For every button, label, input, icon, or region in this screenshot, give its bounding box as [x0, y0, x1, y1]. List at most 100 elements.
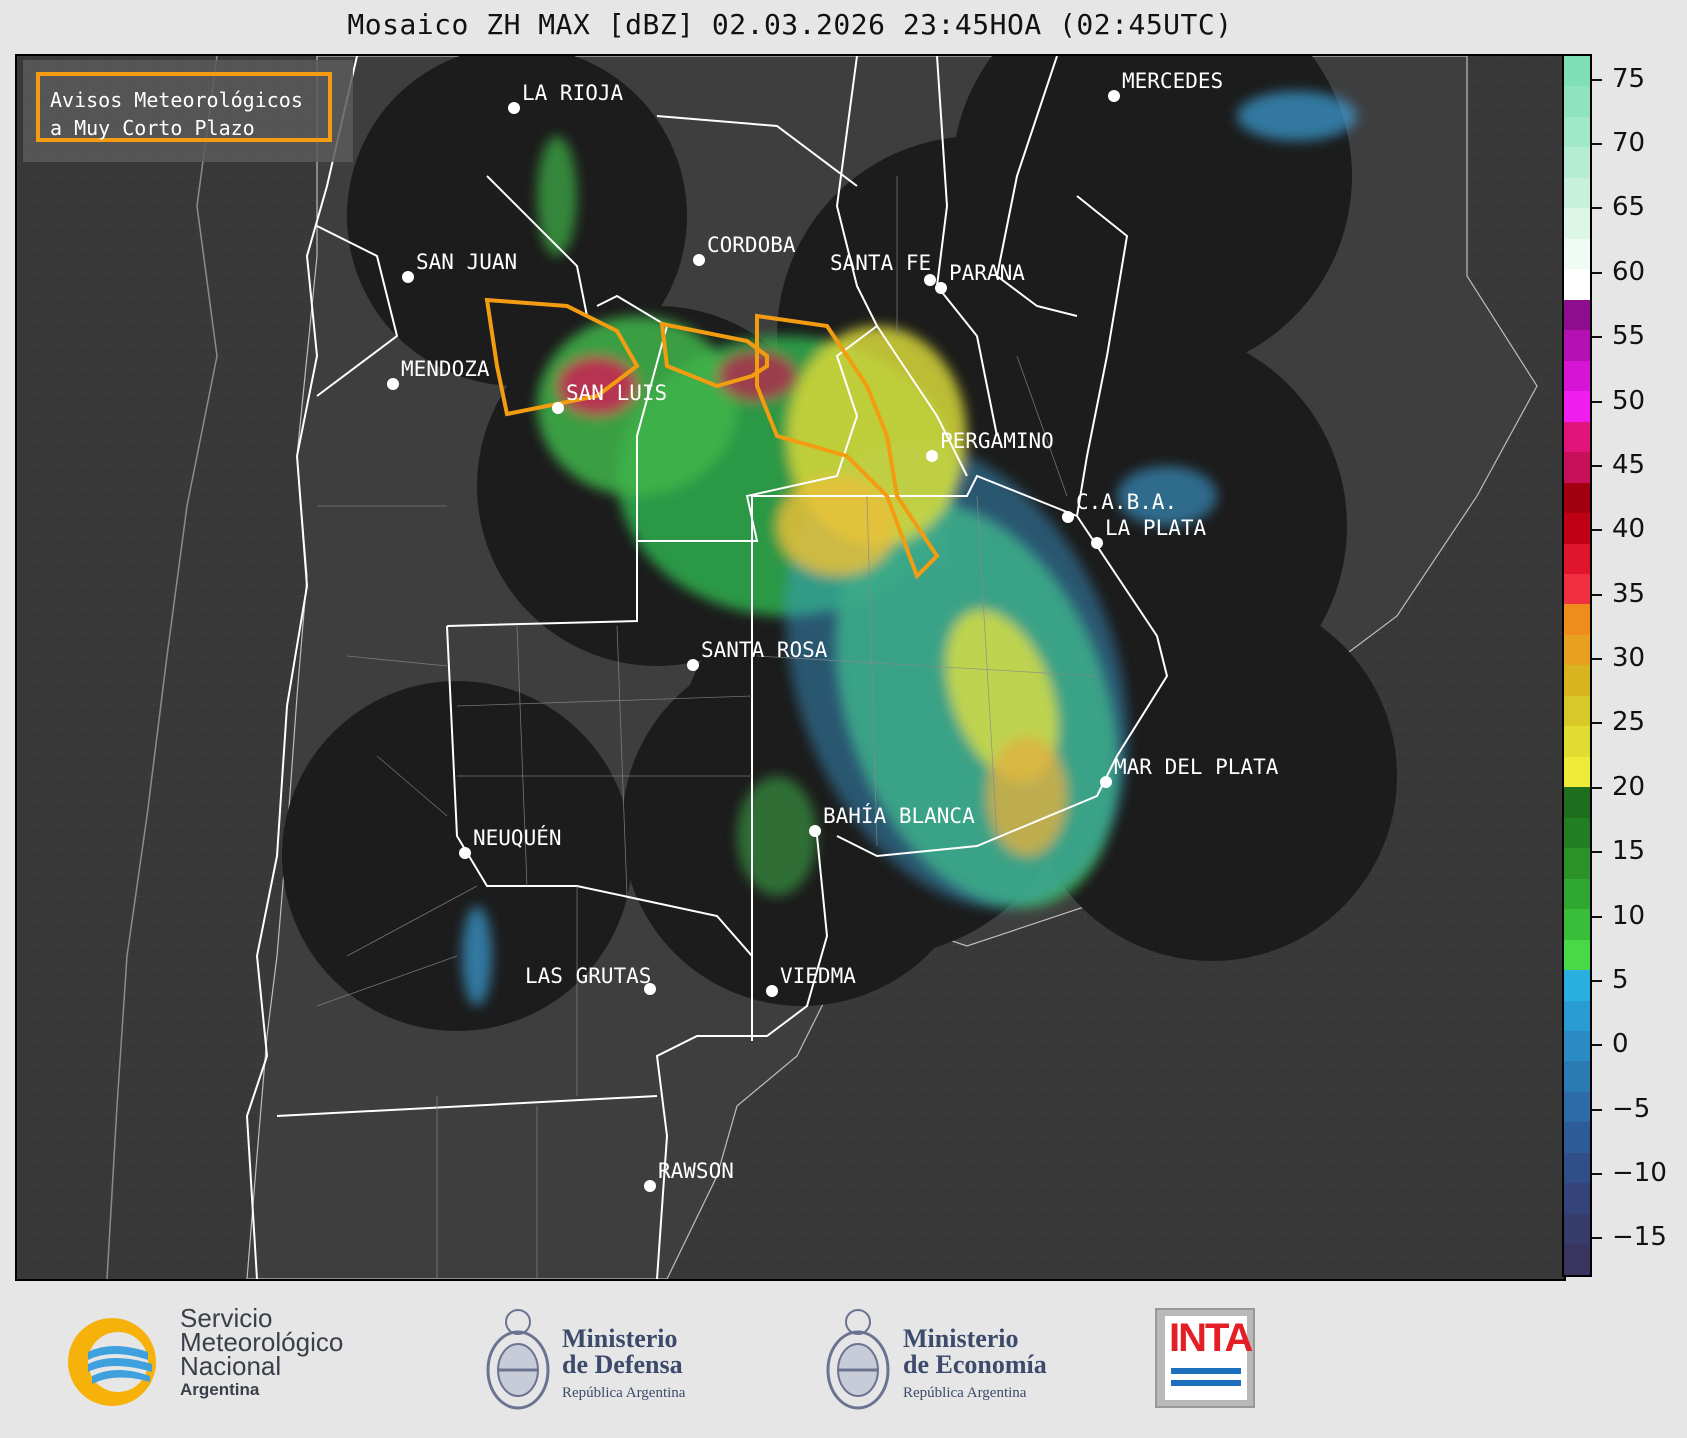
city-marker-icon	[644, 1180, 656, 1192]
colorbar-tick-label: 15	[1612, 836, 1646, 867]
city-label: PARANA	[949, 261, 1025, 285]
inta-logo-word: INTA	[1169, 1316, 1253, 1360]
colorbar-tick	[1592, 851, 1602, 854]
city-label: BAHÍA BLANCA	[823, 803, 975, 828]
colorbar-segment	[1564, 147, 1590, 178]
colorbar-tick-label: 10	[1612, 900, 1646, 931]
colorbar-segment	[1564, 665, 1590, 696]
economia-line-1: Ministerio	[903, 1324, 1019, 1353]
colorbar-segment	[1564, 1061, 1590, 1092]
colorbar-segment	[1564, 269, 1590, 300]
radar-map[interactable]: LA RIOJA MERCEDES CORDOBA SAN JUAN SANTA FE P…	[15, 54, 1566, 1281]
inta-logo-inner: INTA	[1165, 1316, 1253, 1400]
colorbar-tick	[1592, 336, 1602, 339]
smn-logo-icon	[68, 1318, 156, 1406]
colorbar-tick-label: 50	[1612, 385, 1646, 416]
smn-logo-text: Servicio Meteorológico Nacional Argentin…	[180, 1305, 343, 1402]
colorbar-segment	[1564, 787, 1590, 818]
defensa-line-1: Ministerio	[562, 1324, 678, 1353]
colorbar-tick-label: 70	[1612, 128, 1646, 159]
colorbar-segment	[1564, 299, 1590, 331]
colorbar-segment	[1564, 360, 1590, 392]
city-label: LA RIOJA	[522, 81, 624, 105]
colorbar-segment	[1564, 391, 1590, 422]
city-label: MENDOZA	[401, 357, 490, 381]
economia-sub: República Argentina	[903, 1385, 1027, 1401]
warnings-legend: Avisos Meteorológicos a Muy Corto Plazo	[23, 60, 353, 162]
colorbar-segment	[1564, 1031, 1590, 1062]
colorbar-segment	[1564, 452, 1590, 483]
colorbar-segment	[1564, 482, 1590, 514]
city-label: SANTA ROSA	[701, 638, 828, 662]
colorbar-segment	[1564, 1213, 1590, 1245]
colorbar-segment	[1564, 726, 1590, 757]
colorbar-tick-label: 0	[1612, 1029, 1629, 1060]
city-label: MERCEDES	[1122, 69, 1223, 93]
inta-stripe-1	[1171, 1368, 1241, 1374]
colorbar-segment	[1564, 1152, 1590, 1184]
colorbar-segment	[1564, 421, 1590, 453]
city-marker-icon	[387, 378, 399, 390]
colorbar-tick	[1592, 400, 1602, 403]
colorbar-segment	[1564, 848, 1590, 879]
economia-line-2: de Economía	[903, 1350, 1047, 1379]
colorbar-segment	[1564, 909, 1590, 940]
colorbar-segment	[1564, 1000, 1590, 1031]
colorbar-tick-label: 40	[1612, 514, 1646, 545]
colorbar-segment	[1564, 1244, 1590, 1275]
colorbar-segment	[1564, 634, 1590, 666]
economia-logo-text: Ministerio de Economía República Argenti…	[903, 1326, 1047, 1406]
colorbar-tick	[1592, 271, 1602, 274]
city-label: LAS GRUTAS	[525, 964, 651, 988]
dbz-colorbar	[1562, 54, 1592, 1277]
city-marker-icon	[687, 659, 699, 671]
colorbar-tick-label: −10	[1612, 1158, 1667, 1188]
colorbar-tick-label: 20	[1612, 771, 1646, 802]
colorbar-segment	[1564, 573, 1590, 605]
colorbar-tick	[1592, 78, 1602, 81]
colorbar-segment	[1564, 177, 1590, 209]
colorbar-tick	[1592, 464, 1602, 467]
colorbar-tick	[1592, 786, 1602, 789]
colorbar-tick	[1592, 658, 1602, 661]
colorbar-segment	[1564, 695, 1590, 727]
city-label: SAN JUAN	[416, 250, 517, 274]
legend-line-2: a Muy Corto Plazo	[50, 116, 255, 140]
colorbar-segment	[1564, 1091, 1590, 1123]
colorbar-segment	[1564, 1122, 1590, 1153]
city-marker-icon	[459, 847, 471, 859]
colorbar-tick-label: −5	[1612, 1093, 1651, 1124]
city-marker-icon	[508, 102, 520, 114]
city-marker-icon	[552, 402, 564, 414]
colorbar-segment	[1564, 939, 1590, 971]
colorbar-tick	[1592, 1108, 1602, 1111]
colorbar-segment	[1564, 86, 1590, 117]
colorbar-tick	[1592, 979, 1602, 982]
colorbar-tick-label: 45	[1612, 449, 1646, 480]
inta-logo: INTA	[1155, 1308, 1255, 1408]
colorbar-segment	[1564, 1183, 1590, 1214]
smn-line-4: Argentina	[180, 1380, 260, 1399]
colorbar-segment	[1564, 513, 1590, 544]
city-marker-icon	[1100, 776, 1112, 788]
colorbar-segment	[1564, 756, 1590, 788]
smn-line-3: Nacional	[180, 1351, 282, 1381]
city-marker-icon	[402, 271, 414, 283]
coat-of-arms-icon	[826, 1309, 890, 1410]
city-marker-icon	[693, 254, 705, 266]
colorbar-tick	[1592, 1173, 1602, 1175]
city-label: VIEDMA	[780, 964, 856, 988]
city-marker-icon	[766, 985, 778, 997]
colorbar-tick	[1592, 722, 1602, 725]
colorbar-segment	[1564, 817, 1590, 849]
city-label: SANTA FE	[830, 251, 931, 275]
colorbar-segment	[1564, 238, 1590, 270]
colorbar-tick	[1592, 143, 1602, 146]
colorbar-tick-label: 55	[1612, 321, 1646, 352]
colorbar-tick-label: 60	[1612, 256, 1646, 287]
city-marker-icon	[1108, 90, 1120, 102]
colorbar-tick	[1592, 915, 1602, 918]
city-marker-icon	[1062, 511, 1074, 523]
colorbar-tick	[1592, 207, 1602, 210]
colorbar-tick-label: 5	[1612, 964, 1629, 995]
